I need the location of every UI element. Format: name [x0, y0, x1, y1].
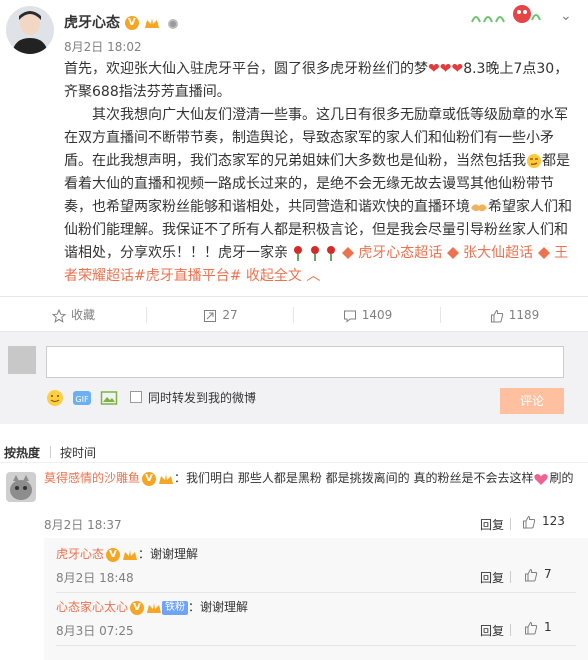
- divider: [56, 592, 576, 593]
- divider: [510, 518, 511, 530]
- thumb-up-icon: [490, 309, 503, 322]
- divider: [56, 645, 576, 646]
- crown-icon: [147, 602, 162, 613]
- thumb-up-icon: [523, 515, 536, 528]
- emoji-icon[interactable]: [46, 389, 64, 407]
- menu-chevron-icon[interactable]: ⌄: [560, 8, 572, 24]
- divider: [0, 462, 588, 463]
- post-action-bar: 收藏 27 1409 1189: [0, 296, 588, 332]
- sort-by-time-tab[interactable]: 按时间: [60, 444, 96, 461]
- reply-button[interactable]: 回复: [480, 622, 504, 639]
- post-content: 首先，欢迎张大仙入驻虎牙平台，圆了很多虎牙粉丝们的梦❤❤❤8.3晚上7点30，齐…: [64, 58, 574, 288]
- crown-icon: [123, 549, 138, 560]
- rose-emoji-icon: [310, 246, 319, 261]
- post-timestamp[interactable]: 8月2日 18:02: [64, 38, 142, 55]
- reply-text: 虎牙心态 V ：谢谢理解: [56, 547, 199, 562]
- crown-icon: [144, 18, 159, 28]
- fan-level-badge: 铁粉: [162, 600, 189, 615]
- super-topic-icon: [537, 247, 550, 259]
- verified-v-icon: V: [130, 600, 145, 615]
- super-topic-icon: [341, 247, 354, 259]
- author-avatar[interactable]: [6, 6, 54, 54]
- verified-v-icon: V: [106, 547, 121, 562]
- forward-icon: [204, 309, 217, 322]
- image-icon[interactable]: [100, 389, 118, 407]
- rose-emoji-icon: [294, 246, 303, 261]
- comment-timestamp: 8月2日 18:37: [44, 518, 122, 532]
- reply-button[interactable]: 回复: [480, 516, 504, 533]
- replier-name[interactable]: 虎牙心态: [56, 547, 104, 561]
- rose-emoji-icon: [327, 246, 336, 261]
- author-name[interactable]: 虎牙心态 V: [64, 12, 181, 32]
- heart-emoji-icon: [534, 473, 549, 485]
- divider: [510, 624, 511, 636]
- star-icon: [51, 308, 67, 323]
- post-paragraph-1: 首先，欢迎张大仙入驻虎牙平台，圆了很多虎牙粉丝们的梦❤❤❤8.3晚上7点30，齐…: [64, 61, 569, 100]
- gif-icon[interactable]: GIF: [72, 389, 92, 407]
- comment-text: 莫得感情的沙雕鱼 V ：我们明白 那些人都是黑粉 都是挑拨离间的 真的粉丝是不会去这…: [44, 471, 574, 486]
- medal-icon: [167, 19, 178, 29]
- my-avatar: [8, 346, 36, 374]
- thumb-up-icon: [525, 568, 538, 581]
- svg-text:GIF: GIF: [75, 395, 89, 404]
- topic-link-zhangdaxian[interactable]: 张大仙超话: [446, 245, 538, 261]
- reply-text: 心态家心太心 V 铁粉 ：谢谢理解: [56, 600, 249, 615]
- divider: [510, 571, 511, 583]
- commenter-avatar[interactable]: [6, 472, 36, 502]
- verified-v-icon: V: [142, 471, 157, 486]
- sort-by-hot-tab[interactable]: 按热度: [4, 444, 40, 461]
- reply-timestamp: 8月3日 07:25: [56, 624, 134, 638]
- replier-name[interactable]: 心态家心太心: [56, 600, 128, 614]
- reply-timestamp: 8月2日 18:48: [56, 571, 134, 585]
- submit-comment-button[interactable]: 评论: [500, 388, 564, 414]
- reply-button[interactable]: 回复: [480, 569, 504, 586]
- forward-button[interactable]: 27: [147, 297, 294, 333]
- forward-checkbox-label: 同时转发到我的微博: [148, 391, 257, 405]
- reply-like-button[interactable]: 7: [524, 567, 552, 582]
- handshake-emoji-icon: [471, 204, 487, 212]
- comment-input[interactable]: [46, 346, 564, 378]
- heart-emoji-icon: ❤❤❤: [428, 61, 464, 77]
- card-decoration-icon: [471, 5, 541, 23]
- forward-checkbox[interactable]: [130, 391, 142, 403]
- thumb-up-icon: [525, 621, 538, 634]
- verified-v-icon: V: [124, 16, 139, 30]
- collapse-text-link[interactable]: 收起全文 ︿: [246, 268, 320, 284]
- comment-icon: [343, 310, 356, 323]
- post-paragraph-2: 其次我想向广大仙友们澄清一些事。这几日有很多无励章或低等级励章的水军在双方直播间…: [64, 107, 572, 284]
- topic-link-huya-xintai[interactable]: 虎牙心态超话: [341, 245, 447, 261]
- crown-icon: [159, 473, 174, 484]
- reply-like-button[interactable]: 1: [524, 620, 552, 635]
- commenter-name[interactable]: 莫得感情的沙雕鱼: [44, 471, 140, 485]
- sort-divider: [50, 446, 51, 458]
- super-topic-icon: [446, 247, 459, 259]
- favorite-button[interactable]: 收藏: [0, 297, 147, 333]
- comment-button[interactable]: 1409: [294, 297, 441, 333]
- comment-like-button[interactable]: 123: [522, 514, 565, 529]
- like-button[interactable]: 1189: [441, 297, 588, 333]
- smirk-emoji-icon: [527, 154, 541, 168]
